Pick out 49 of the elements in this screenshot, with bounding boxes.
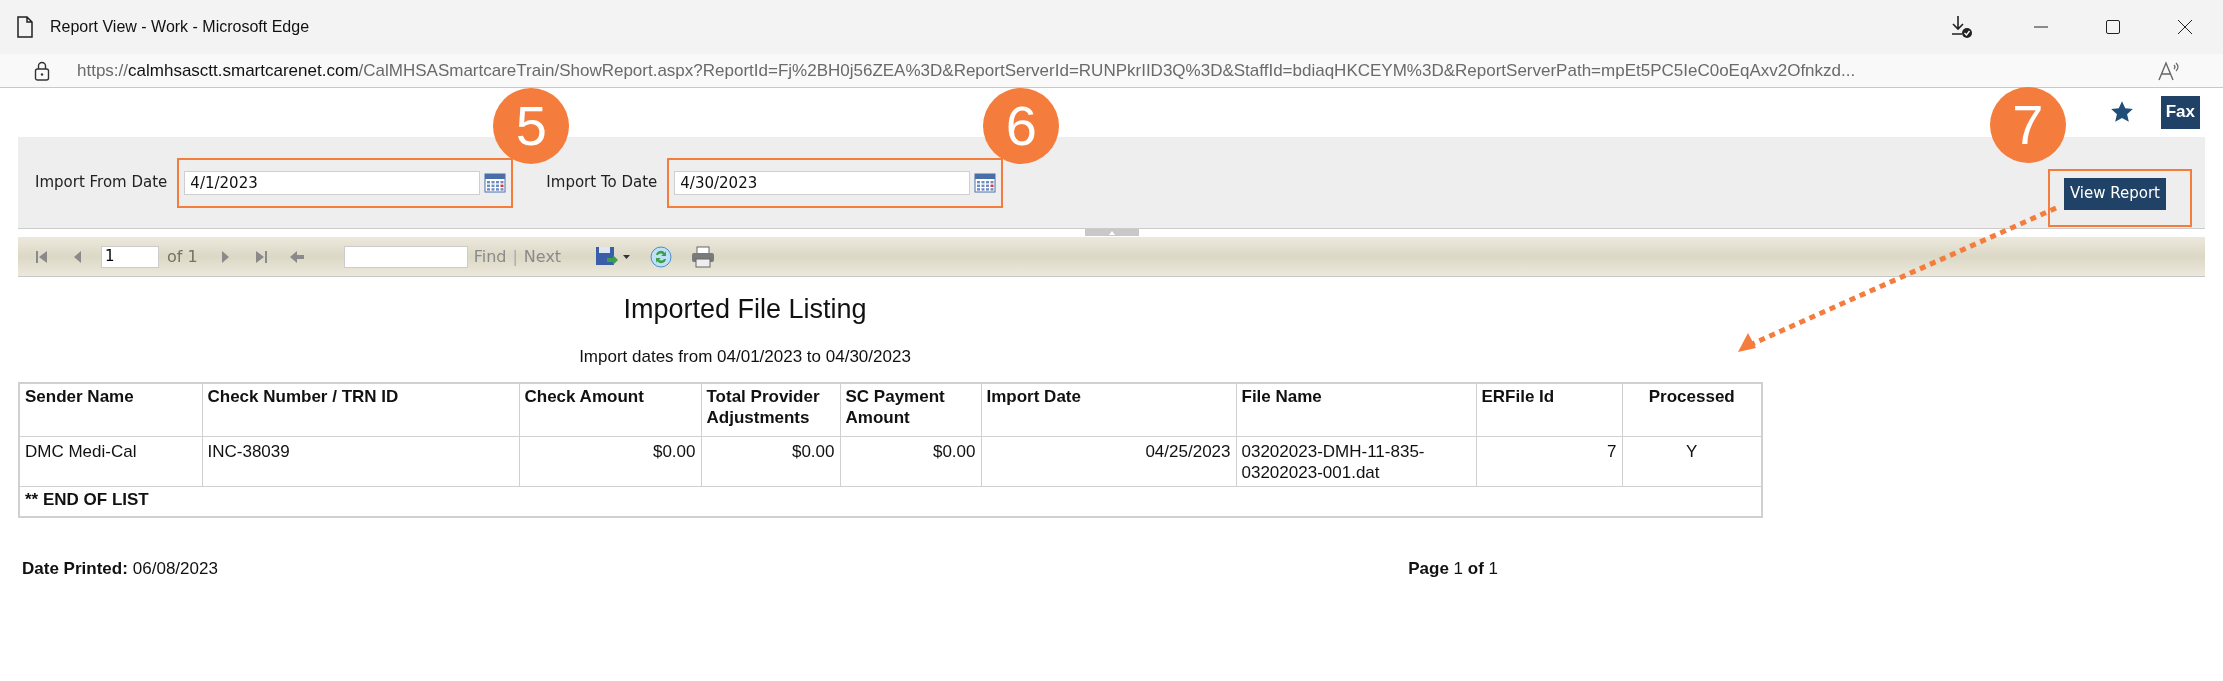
callout-badge: 7: [1989, 86, 2066, 163]
close-icon[interactable]: [2177, 19, 2193, 35]
refresh-icon[interactable]: [649, 244, 674, 269]
column-header: File Name: [1236, 383, 1476, 436]
find-field[interactable]: [343, 245, 468, 268]
page-count-text: of 1: [167, 245, 198, 268]
parameter-label: Import To Date: [546, 172, 658, 194]
maximize-icon[interactable]: [2105, 19, 2121, 35]
column-header: SC Payment Amount: [840, 383, 981, 436]
view-report-button[interactable]: View Report: [2063, 177, 2166, 210]
table-cell: $0.00: [519, 436, 701, 486]
callout-badge: 6: [983, 87, 1060, 164]
print-icon[interactable]: [691, 245, 716, 268]
page-icon: [16, 16, 34, 38]
column-header: ERFile Id: [1476, 383, 1622, 436]
callout-badge: 5: [493, 87, 570, 164]
read-aloud-icon[interactable]: [2157, 59, 2181, 82]
date-field[interactable]: 4/30/2023: [674, 170, 971, 195]
collapse-handle-icon[interactable]: [1084, 229, 1139, 236]
table-cell: INC-38039: [202, 436, 519, 486]
page-info: Page 1 of 1: [1408, 558, 1498, 580]
date-printed-label: Date Printed:: [22, 558, 128, 580]
parameter-label: Import From Date: [35, 172, 168, 194]
table-cell: DMC Medi-Cal: [19, 436, 202, 486]
window-title: Report View - Work - Microsoft Edge: [50, 17, 310, 37]
report-subtitle: Import dates from 04/01/2023 to 04/30/2023: [579, 345, 911, 368]
download-icon[interactable]: [1949, 14, 1975, 40]
page-number-field[interactable]: 1: [101, 245, 159, 268]
table-cell: 03202023-DMH-11-835-03202023-001.dat: [1236, 436, 1476, 486]
column-header: Check Number / TRN ID: [202, 383, 519, 436]
table-cell: $0.00: [840, 436, 981, 486]
report-title: Imported File Listing: [623, 293, 867, 326]
column-header: Import Date: [981, 383, 1236, 436]
column-header: Check Amount: [519, 383, 701, 436]
save-icon[interactable]: [595, 245, 632, 268]
calendar-icon[interactable]: [484, 172, 507, 193]
calendar-icon[interactable]: [974, 172, 997, 193]
table-cell: 04/25/2023: [981, 436, 1236, 486]
url-text: https://calmhsasctt.smartcarenet.com/CalMHSASmartcareTrain/ShowReport.aspx?ReportId=Fj%2BH0j56ZEA%3D&ReportServerId=RUNPkrIID3Q%3D&StaffId=bdiaqHKCEYM%3D&ReportServerPath=mpEt5PC5IeC0oEqAxv2Ofnkzd...: [77, 59, 1856, 82]
date-field[interactable]: 4/1/2023: [184, 170, 481, 195]
table-cell: 7: [1476, 436, 1622, 486]
lock-icon: [34, 60, 50, 81]
table-cell: $0.00: [701, 436, 840, 486]
separator-text: |: [512, 245, 518, 268]
column-header: Sender Name: [19, 383, 202, 436]
address-bar[interactable]: https://calmhsasctt.smartcarenet.com/CalMHSASmartcareTrain/ShowReport.aspx?ReportId=Fj%2BH0j56ZEA%3D&ReportServerId=RUNPkrIID3Q%3D&StaffId=bdiaqHKCEYM%3D&ReportServerPath=mpEt5PC5IeC0oEqAxv2Ofnkzd...: [0, 54, 2223, 88]
column-header: Total Provider Adjustments: [701, 383, 840, 436]
date-printed-value: 06/08/2023: [132, 558, 218, 580]
fax-button[interactable]: Fax: [2160, 95, 2200, 129]
